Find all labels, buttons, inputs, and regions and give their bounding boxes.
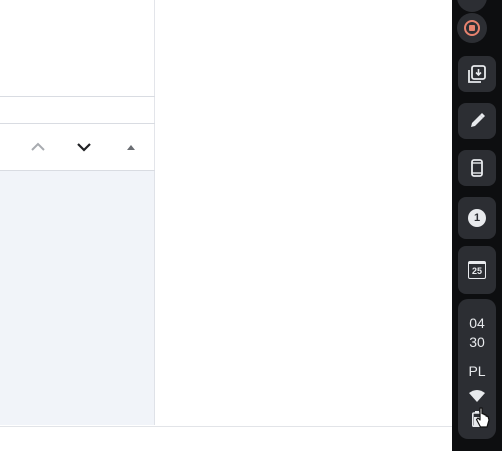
screenshot-button[interactable]	[458, 56, 496, 92]
triangle-up-icon	[127, 145, 135, 150]
pen-icon	[471, 113, 485, 127]
input-language: PL	[468, 363, 486, 379]
bottom-bar	[0, 426, 452, 452]
calendar-icon: 25	[468, 261, 486, 279]
notification-icon: 1	[468, 209, 486, 227]
chevron-down-icon	[77, 143, 91, 152]
notification-center-button[interactable]: 1	[458, 197, 496, 239]
calendar-button[interactable]: 25	[458, 246, 496, 294]
chevron-up-icon	[31, 142, 45, 151]
phone-hub-button[interactable]	[458, 150, 496, 186]
main-canvas	[155, 0, 452, 426]
calendar-date: 25	[471, 265, 482, 276]
system-shelf: 1 25 04 30 PL	[452, 0, 502, 451]
previous-button[interactable]	[27, 136, 49, 158]
shelf-button-top[interactable]	[457, 0, 487, 12]
notification-count: 1	[473, 212, 481, 224]
panel-header-area	[0, 0, 155, 96]
battery-icon	[472, 411, 482, 427]
record-icon	[464, 20, 480, 36]
clock-hour: 04	[469, 315, 485, 331]
toolbar-gap	[0, 97, 155, 123]
stylus-tools-button[interactable]	[458, 103, 496, 139]
wifi-icon	[469, 390, 485, 402]
phone-icon	[471, 159, 483, 177]
screen-record-button[interactable]	[457, 13, 487, 43]
content-area	[0, 171, 155, 425]
screenshot-icon	[468, 65, 486, 83]
next-button[interactable]	[73, 136, 95, 158]
clock-minute: 30	[469, 334, 485, 350]
status-tray-button[interactable]: 04 30 PL	[458, 299, 496, 439]
collapse-button[interactable]	[120, 136, 142, 158]
